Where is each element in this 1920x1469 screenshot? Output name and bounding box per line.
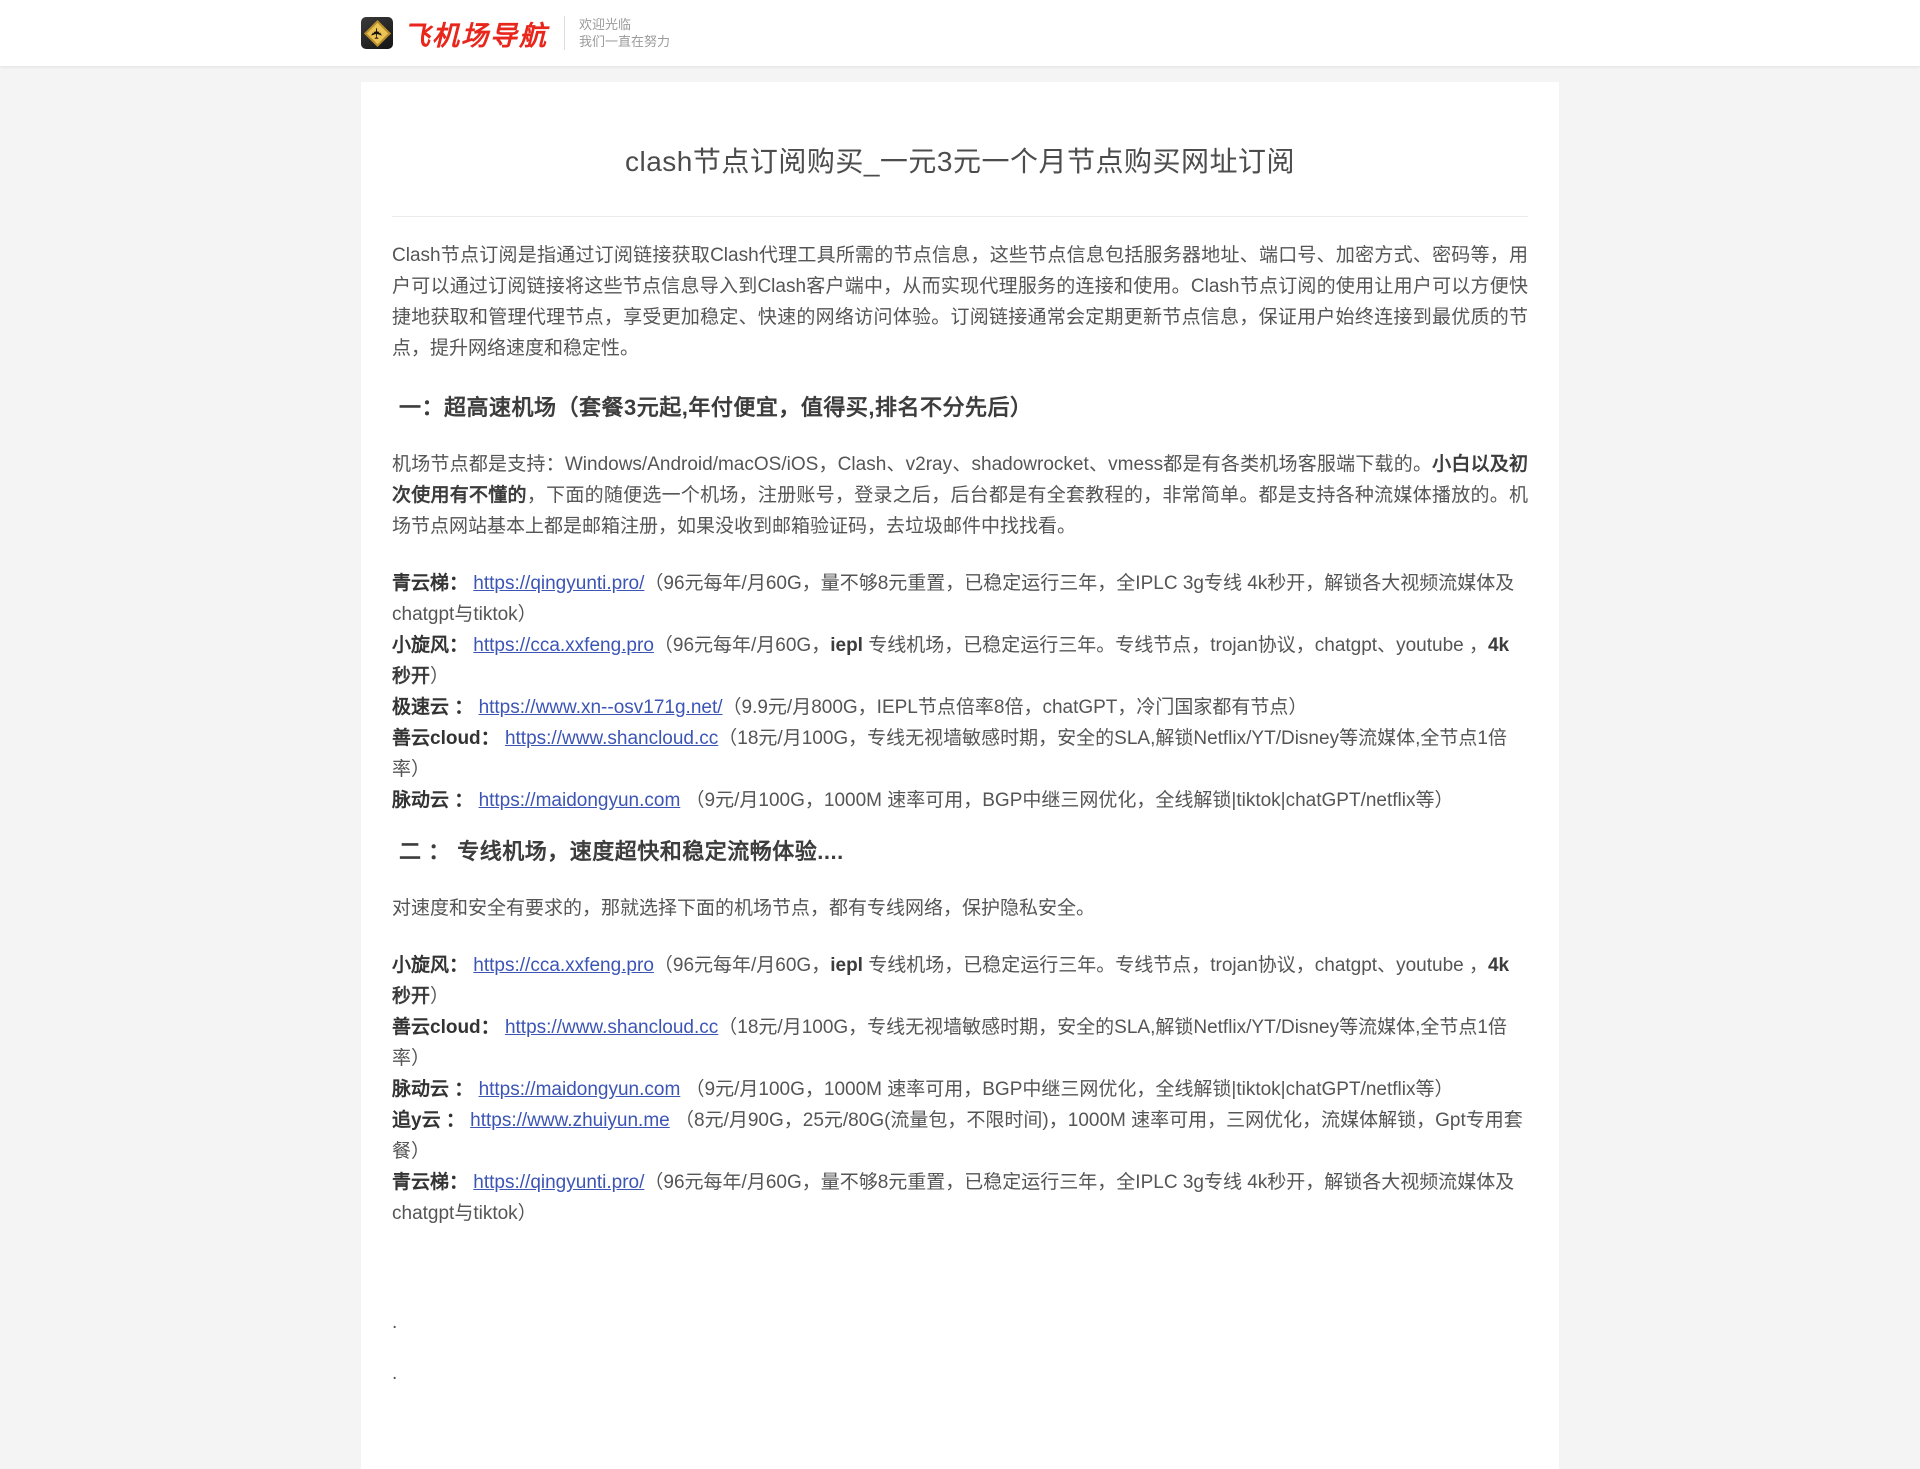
slogan-line-1: 欢迎光临 [579,16,670,33]
airport-url-link[interactable]: https://cca.xxfeng.pro [473,635,654,656]
intro-paragraph: Clash节点订阅是指通过订阅链接获取Clash代理工具所需的节点信息，这些节点… [392,240,1528,364]
site-name: 飞机场导航 [403,14,548,53]
section2-paragraph: 对速度和安全有要求的，那就选择下面的机场节点，都有专线网络，保护隐私安全。 [392,893,1528,924]
airport-link-row: 脉动云 ： https://maidongyun.com （9元/月100G，1… [392,1074,1528,1105]
airport-link-row: 小旋风： https://cca.xxfeng.pro（96元每年/月60G，i… [392,630,1528,692]
airport-name-label: 善云cloud： [392,1017,500,1038]
airport-name-label: 小旋风： [392,635,468,656]
airport-link-row: 极速云 ： https://www.xn--osv171g.net/（9.9元/… [392,692,1528,723]
slogan-line-2: 我们一直在努力 [579,33,670,50]
airport-description: （9元/月100G，1000M 速率可用，BGP中继三网优化，全线解锁|tikt… [680,790,1453,811]
header-inner: ✈ 飞机场导航 欢迎光临 我们一直在努力 [361,0,1559,66]
airplane-logo-icon: ✈ [361,17,393,49]
airport-link-row: 追y云 ： https://www.zhuiyun.me （8元/月90G，25… [392,1105,1528,1167]
airport-url-link[interactable]: https://www.zhuiyun.me [470,1110,670,1131]
airplane-glyph-icon: ✈ [369,27,384,40]
header-divider [564,16,565,50]
airport-link-row: 小旋风： https://cca.xxfeng.pro（96元每年/月60G，i… [392,950,1528,1012]
airport-name-label: 善云cloud： [392,728,500,749]
airport-url-link[interactable]: https://qingyunti.pro/ [473,1172,644,1193]
trailing-dot-1: . [392,1307,1528,1338]
trailing-dot-2: . [392,1358,1528,1389]
airport-link-row: 青云梯： https://qingyunti.pro/（96元每年/月60G，量… [392,1167,1528,1229]
airport-url-link[interactable]: https://www.shancloud.cc [505,728,718,749]
airport-name-label: 追y云 ： [392,1110,465,1131]
airport-name-label: 脉动云 ： [392,790,473,811]
airport-url-link[interactable]: https://maidongyun.com [479,790,681,811]
airport-name-label: 小旋风： [392,955,468,976]
airport-link-row: 善云cloud： https://www.shancloud.cc（18元/月1… [392,723,1528,785]
title-divider [392,216,1528,217]
airport-link-row: 脉动云 ： https://maidongyun.com （9元/月100G，1… [392,785,1528,816]
airport-url-link[interactable]: https://qingyunti.pro/ [473,573,644,594]
airport-name-label: 青云梯： [392,573,468,594]
section2-heading: 二 ： 专线机场，速度超快和稳定流畅体验.... [392,834,1528,866]
airport-description: （9元/月100G，1000M 速率可用，BGP中继三网优化，全线解锁|tikt… [680,1079,1453,1100]
airport-list-2: 小旋风： https://cca.xxfeng.pro（96元每年/月60G，i… [392,950,1528,1229]
airport-link-row: 青云梯： https://qingyunti.pro/（96元每年/月60G，量… [392,568,1528,630]
airport-name-label: 极速云 ： [392,697,473,718]
site-logo[interactable]: ✈ 飞机场导航 [361,14,548,53]
airport-url-link[interactable]: https://cca.xxfeng.pro [473,955,654,976]
article-card: clash节点订阅购买_一元3元一个月节点购买网址订阅 Clash节点订阅是指通… [361,82,1559,1469]
site-header: ✈ 飞机场导航 欢迎光临 我们一直在努力 [0,0,1920,66]
airport-link-row: 善云cloud： https://www.shancloud.cc（18元/月1… [392,1012,1528,1074]
airport-list-1: 青云梯： https://qingyunti.pro/（96元每年/月60G，量… [392,568,1528,816]
section1-paragraph: 机场节点都是支持：Windows/Android/macOS/iOS，Clash… [392,449,1528,542]
site-slogan: 欢迎光临 我们一直在努力 [579,16,670,50]
airport-url-link[interactable]: https://www.shancloud.cc [505,1017,718,1038]
page-title: clash节点订阅购买_一元3元一个月节点购买网址订阅 [392,140,1528,180]
airport-name-label: 脉动云 ： [392,1079,473,1100]
airport-name-label: 青云梯： [392,1172,468,1193]
airport-description: （9.9元/月800G，IEPL节点倍率8倍，chatGPT，冷门国家都有节点） [723,697,1308,718]
airport-url-link[interactable]: https://www.xn--osv171g.net/ [479,697,723,718]
section1-heading: 一：超高速机场（套餐3元起,年付便宜，值得买,排名不分先后） [392,390,1528,422]
airport-url-link[interactable]: https://maidongyun.com [479,1079,681,1100]
